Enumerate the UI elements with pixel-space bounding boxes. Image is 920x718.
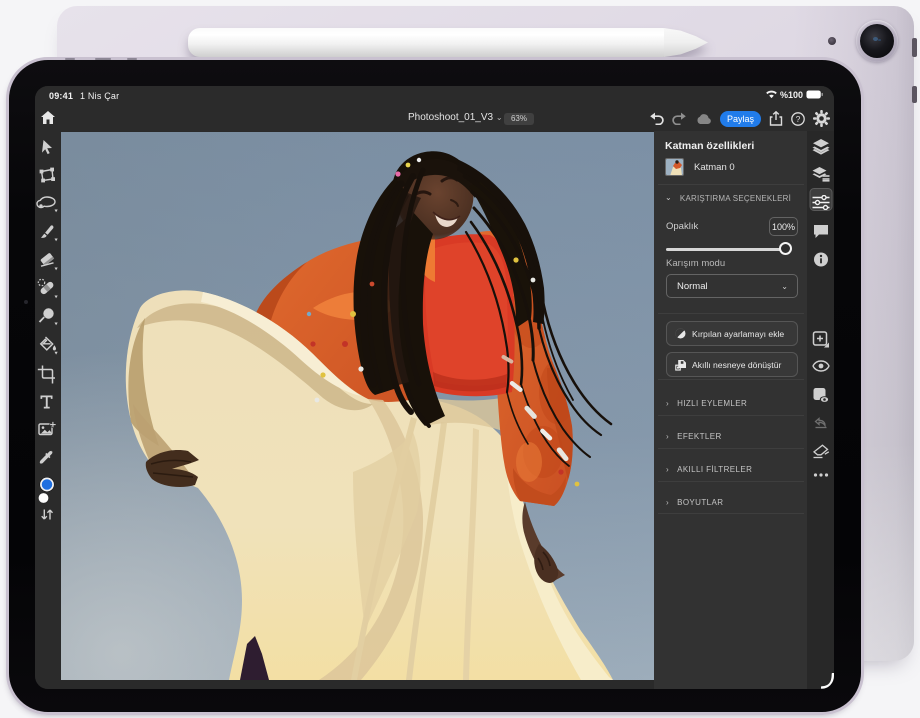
svg-text:?: ? — [796, 114, 801, 124]
